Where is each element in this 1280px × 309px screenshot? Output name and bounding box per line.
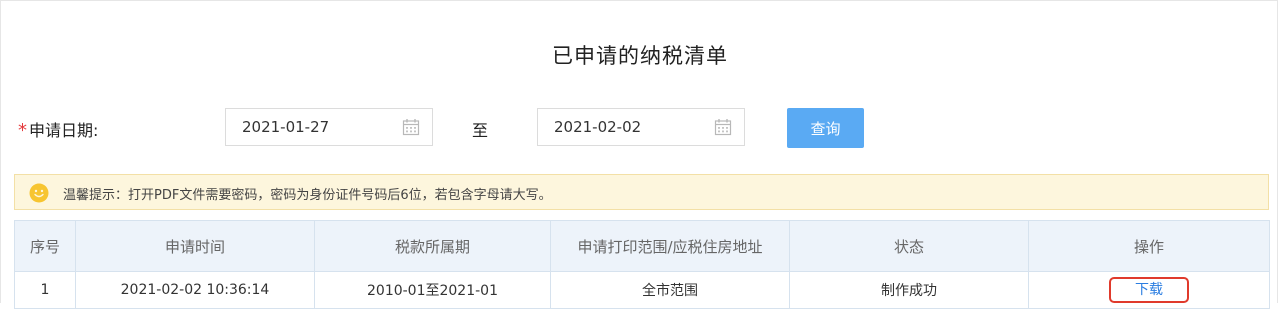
end-date-value: 2021-02-02 bbox=[554, 118, 642, 136]
date-range-separator: 至 bbox=[472, 121, 489, 140]
table-header-row: 序号 申请时间 税款所属期 申请打印范围/应税住房地址 状态 操作 bbox=[14, 220, 1270, 272]
query-button[interactable]: 查询 bbox=[787, 108, 864, 148]
date-label-group: * 申请日期: bbox=[18, 117, 98, 141]
required-mark: * bbox=[18, 120, 27, 141]
smiley-icon bbox=[29, 183, 49, 203]
download-link[interactable]: 下载 bbox=[1109, 277, 1189, 303]
tax-list-table: 序号 申请时间 税款所属期 申请打印范围/应税住房地址 状态 操作 1 2021… bbox=[14, 220, 1270, 309]
column-header-apply-time: 申请时间 bbox=[75, 220, 315, 272]
date-label: 申请日期: bbox=[29, 121, 99, 140]
start-date-value: 2021-01-27 bbox=[242, 118, 330, 136]
column-header-action: 操作 bbox=[1028, 220, 1270, 272]
query-form: * 申请日期: 2021-01-27 至 2021-02-02 查询 bbox=[0, 108, 1280, 148]
page-title: 已申请的纳税清单 bbox=[552, 44, 728, 68]
column-header-index: 序号 bbox=[14, 220, 76, 272]
column-header-status: 状态 bbox=[789, 220, 1029, 272]
start-date-field[interactable]: 2021-01-27 bbox=[225, 108, 433, 146]
tip-banner: 温馨提示：打开PDF文件需要密码，密码为身份证件号码后6位，若包含字母请大写。 bbox=[14, 174, 1269, 210]
calendar-icon[interactable] bbox=[714, 118, 732, 136]
tip-text: 温馨提示：打开PDF文件需要密码，密码为身份证件号码后6位，若包含字母请大写。 bbox=[63, 188, 552, 203]
column-header-scope: 申请打印范围/应税住房地址 bbox=[550, 220, 790, 272]
column-header-tax-period: 税款所属期 bbox=[314, 220, 551, 272]
calendar-icon[interactable] bbox=[402, 118, 420, 136]
end-date-field[interactable]: 2021-02-02 bbox=[537, 108, 745, 146]
